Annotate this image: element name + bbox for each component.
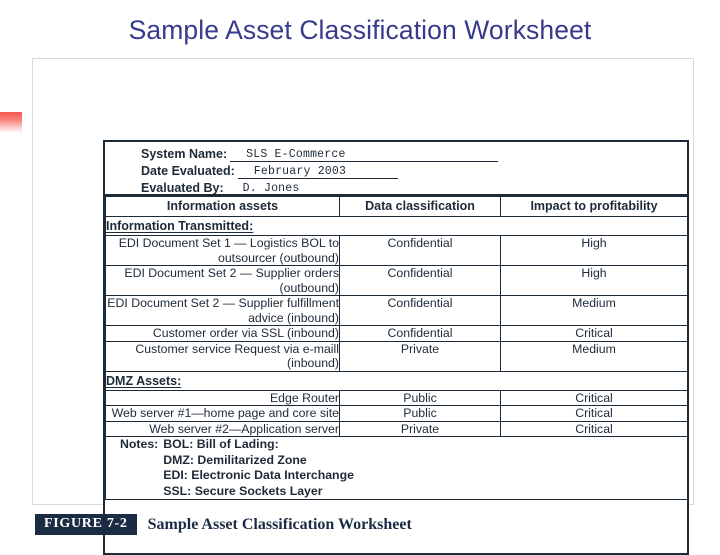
impact-to-profitability: Critical [500,325,688,342]
evaluated-by-value: D. Jones [242,181,300,195]
impact-to-profitability: High [500,265,688,296]
section-row-information-transmitted: Information Transmitted: [105,216,688,236]
impact-to-profitability: Critical [500,420,688,437]
page-title: Sample Asset Classification Worksheet [128,15,592,45]
date-evaluated-field[interactable]: February 2003 [237,164,398,179]
worksheet-header-form: System Name: SLS E-Commerce Date Evaluat… [105,142,687,196]
notes-cell: Notes: BOL: Bill of Lading: DMZ: Demilit… [105,436,688,500]
section-cell: DMZ Assets: [105,370,688,391]
notes-item: BOL: Bill of Lading: [163,437,279,451]
system-name-label: System Name: [141,147,228,161]
table-row: Customer order via SSL (inbound) Confide… [105,325,688,342]
notes-item: EDI: Electronic Data Interchange [163,468,354,482]
evaluated-by-field[interactable]: D. Jones [226,181,467,196]
column-header-information-assets: Information assets [105,196,340,217]
table-row: Edge Router Public Critical [105,389,688,406]
asset-name: Web server #1—home page and core site [105,405,340,422]
section-cell: Information Transmitted: [105,216,688,236]
notes-item: SSL: Secure Sockets Layer [163,483,323,498]
asset-name: Edge Router [105,389,340,406]
section-label: Information Transmitted: [106,219,254,233]
impact-to-profitability: High [500,235,688,266]
impact-to-profitability: Medium [500,295,688,326]
form-row-date-evaluated: Date Evaluated: February 2003 [141,162,398,179]
data-classification: Confidential [339,325,501,342]
data-classification: Private [339,420,501,437]
table-row: Customer service Request via e-maill (in… [105,340,688,372]
notes-row: Notes: BOL: Bill of Lading: DMZ: Demilit… [105,436,688,500]
data-classification: Confidential [339,295,501,326]
section-row-dmz-assets: DMZ Assets: [105,370,688,391]
data-classification: Public [339,389,501,406]
figure-number-badge: FIGURE 7-2 [35,514,137,535]
data-classification: Confidential [339,235,501,266]
asset-name: Customer service Request via e-maill (in… [105,340,340,372]
data-classification: Public [339,405,501,422]
asset-table: Information assets Data classification I… [105,196,688,500]
form-row-system-name: System Name: SLS E-Commerce [141,145,499,162]
impact-to-profitability: Critical [500,405,688,422]
impact-to-profitability: Medium [500,340,688,372]
asset-name: EDI Document Set 2 — Supplier fulfillmen… [105,295,340,326]
column-header-impact-to-profitability: Impact to profitability [500,196,688,217]
section-label: DMZ Assets: [106,373,182,388]
notes-item: DMZ: Demilitarized Zone [163,452,307,467]
asset-name: Web server #2—Application server [105,420,340,437]
form-row-evaluated-by: Evaluated By: D. Jones [141,179,467,196]
impact-to-profitability: Critical [500,389,688,406]
table-row: Web server #2—Application server Private… [105,420,688,437]
asset-classification-worksheet: System Name: SLS E-Commerce Date Evaluat… [103,140,689,555]
table-header-row: Information assets Data classification I… [105,196,688,217]
asset-name: EDI Document Set 2 — Supplier orders (ou… [105,265,340,296]
notes-label: Notes: [120,437,159,451]
figure-caption-text: Sample Asset Classification Worksheet [147,515,412,533]
column-header-data-classification: Data classification [339,196,501,217]
evaluated-by-label: Evaluated By: [141,181,224,195]
system-name-field[interactable]: SLS E-Commerce [230,147,499,162]
asset-name: EDI Document Set 1 — Logistics BOL to ou… [105,235,340,266]
system-name-value: SLS E-Commerce [246,147,346,161]
table-row: EDI Document Set 2 — Supplier fulfillmen… [105,295,688,326]
table-row: EDI Document Set 1 — Logistics BOL to ou… [105,235,688,266]
figure-card: System Name: SLS E-Commerce Date Evaluat… [32,58,694,555]
date-evaluated-value: February 2003 [253,164,347,178]
date-evaluated-label: Date Evaluated: [141,164,235,178]
asset-name: Customer order via SSL (inbound) [105,325,340,342]
data-classification: Private [339,340,501,372]
figure-caption: FIGURE 7-2 Sample Asset Classification W… [35,514,412,535]
table-row: EDI Document Set 2 — Supplier orders (ou… [105,265,688,296]
decorative-red-tab [0,112,22,133]
table-row: Web server #1—home page and core site Pu… [105,405,688,422]
data-classification: Confidential [339,265,501,296]
